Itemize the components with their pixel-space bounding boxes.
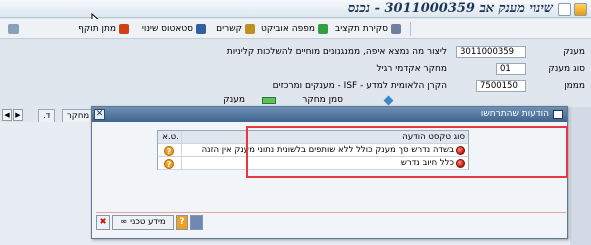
toolbar-budget-label: סקירת תקציב xyxy=(335,24,388,34)
right-scroll-area xyxy=(570,107,591,245)
technical-info-label: מידע טכני xyxy=(130,217,166,227)
window-icon[interactable] xyxy=(558,3,571,16)
messages-table: סוג טקסט הודעה ט.א. בשדה נדרש סך מענק כו… xyxy=(157,130,469,170)
toolbar-validate-button[interactable]: מתן תוקף xyxy=(78,21,129,37)
technical-info-button[interactable]: מידע טכני ∞ xyxy=(112,215,174,230)
dialog-window-icon xyxy=(553,110,563,119)
error-status-icon xyxy=(456,146,465,155)
help-icon[interactable]: ? xyxy=(164,146,174,156)
tab-scroll-right-button[interactable]: ▶ xyxy=(13,109,23,121)
toolbar-links-label: קשרים xyxy=(216,24,242,34)
toolbar-separator xyxy=(410,22,411,36)
grant-type-label: סוג מענק xyxy=(548,64,585,74)
sponsor-label: מממן xyxy=(564,81,585,91)
table-header-row: סוג טקסט הודעה ט.א. xyxy=(158,131,468,144)
toolbar-status-label: סטאטוס שינוי xyxy=(141,24,193,34)
glasses-icon: ∞ xyxy=(120,217,128,227)
dialog-divider xyxy=(96,212,566,213)
status-icon xyxy=(196,24,206,34)
validate-icon xyxy=(119,24,129,34)
grant-type-description: מחקר אקדמי רגיל xyxy=(376,64,447,74)
table-row[interactable]: כלל חיוב נדרש ? xyxy=(158,157,468,170)
budget-icon xyxy=(391,24,401,34)
grant-label: מענק xyxy=(563,47,585,57)
header-ta: ט.א. xyxy=(160,131,182,144)
dialog-close-button[interactable]: ✕ xyxy=(94,109,105,120)
cancel-button[interactable]: ✖ xyxy=(96,215,110,230)
grant-mark-label: מענק xyxy=(223,95,245,105)
toolbar-links-button[interactable]: קשרים xyxy=(216,21,255,37)
help-icon[interactable]: ? xyxy=(164,159,174,169)
save-icon[interactable] xyxy=(190,215,203,230)
object-icon xyxy=(318,24,328,34)
toolbar-budget-button[interactable]: סקירת תקציב xyxy=(335,21,401,37)
grant-type-field[interactable]: 01 xyxy=(496,63,526,75)
research-mark-icon xyxy=(383,95,394,106)
toolbar-validate-label: מתן תוקף xyxy=(78,24,116,34)
grant-header-form: מענק 3011000359 ליצור מה נמצא איפה, ממנג… xyxy=(0,40,591,106)
sap-menu-icon[interactable] xyxy=(574,3,587,16)
toolbar-status-button[interactable]: סטאטוס שינוי xyxy=(142,21,206,37)
tab-research[interactable]: מחקר xyxy=(62,109,95,122)
message-text: כלל חיוב נדרש xyxy=(400,158,454,168)
grant-mark-icon xyxy=(262,97,276,104)
tab-scroll-left-button[interactable]: ◀ xyxy=(2,109,12,121)
dialog-title-bar: הודעות שהתרחשו ✕ xyxy=(92,107,567,122)
header-type-message: סוג טקסט הודעה xyxy=(402,132,465,142)
research-mark-label: סמן מחקר xyxy=(302,95,343,105)
tab-d[interactable]: ד. xyxy=(38,109,56,122)
page-title: שינוי מענק אב 3011000359 - נכנס xyxy=(347,1,553,16)
dialog-title: הודעות שהתרחשו xyxy=(480,109,549,119)
table-row[interactable]: בשדה נדרש סך מענק כולל ללא שותפים בלשוני… xyxy=(158,144,468,157)
layout-icon[interactable] xyxy=(8,24,19,34)
sponsor-field[interactable]: 7500150 xyxy=(476,80,526,92)
grant-description: ליצור מה נמצא איפה, ממנגנונים מוחיים להש… xyxy=(226,47,447,57)
help-button[interactable]: ? xyxy=(176,215,188,230)
toolbar-object-button[interactable]: מפפה אוביקט xyxy=(261,21,328,37)
grant-field[interactable]: 3011000359 xyxy=(456,46,526,58)
error-status-icon xyxy=(456,159,465,168)
toolbar-object-label: מפפה אוביקט xyxy=(261,24,315,34)
sponsor-description: הקרן הלאומית למדע - ISF - מענקים ומרכזים xyxy=(272,81,447,91)
links-icon xyxy=(245,24,255,34)
message-text: בשדה נדרש סך מענק כולל ללא שותפים בלשוני… xyxy=(201,145,454,155)
application-toolbar: מתן תוקף סטאטוס שינוי קשרים מפפה אוביקט … xyxy=(0,19,591,39)
title-bar: שינוי מענק אב 3011000359 - נכנס xyxy=(0,0,591,18)
